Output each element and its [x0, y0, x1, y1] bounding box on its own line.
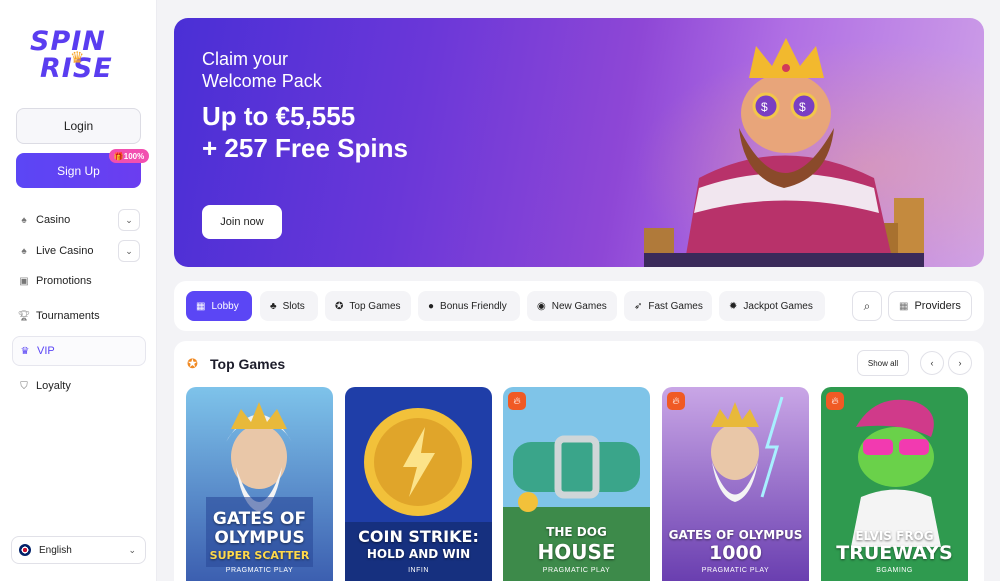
- banner-title: Up to €5,555 + 257 Free Spins: [202, 100, 408, 164]
- chevron-left-icon: ‹: [930, 358, 934, 368]
- award-icon: ✪: [335, 300, 344, 312]
- game-provider: INFIN: [408, 567, 429, 574]
- providers-label: Providers: [914, 300, 961, 312]
- tab-label: Lobby: [211, 300, 239, 312]
- tab-label: Top Games: [349, 300, 401, 312]
- sidebar: SPIN RISE ♛ Login Sign Up 🎁100% ♠ Casino…: [0, 0, 157, 581]
- game-title: TRUEWAYS: [836, 542, 953, 564]
- game-title: OLYMPUS: [214, 528, 305, 548]
- grid-icon: ▦: [196, 300, 206, 312]
- game-subtitle: HOLD AND WIN: [366, 547, 471, 561]
- tab-label: New Games: [551, 300, 607, 312]
- language-label: English: [39, 544, 72, 556]
- sidebar-item-label: Loyalty: [36, 380, 71, 392]
- chevron-down-icon: ⌄: [128, 544, 136, 555]
- game-title: THE DOG: [546, 525, 607, 539]
- tab-label: Jackpot Games: [743, 300, 813, 312]
- sidebar-item-label: Promotions: [36, 275, 92, 287]
- svg-text:$: $: [761, 100, 768, 114]
- banner-line-4: + 257 Free Spins: [202, 133, 408, 163]
- trophy-icon: 🏆︎: [17, 310, 31, 322]
- game-title: ELVIS FROG: [855, 529, 934, 543]
- jackpot-icon: ✹: [729, 300, 738, 312]
- show-all-button[interactable]: Show all: [857, 350, 909, 376]
- chevron-down-icon[interactable]: ⌄: [118, 209, 140, 231]
- tab-top-games[interactable]: ✪ Top Games: [325, 291, 411, 321]
- game-card-the-dog-house[interactable]: 🔥︎ THE DOG HOUSE PRAGMATIC PLAY: [503, 387, 650, 581]
- join-now-button[interactable]: Join now: [202, 205, 282, 239]
- hot-game-badge: 🔥︎: [667, 392, 685, 410]
- sidebar-item-label: VIP: [37, 345, 55, 357]
- game-card-gates-of-olympus-1000[interactable]: 🔥︎ GATES OF OLYMPUS 1000 PRAGMATIC PLAY: [662, 387, 809, 581]
- new-icon: ◉: [537, 300, 546, 312]
- sidebar-item-live-casino[interactable]: ♠ Live Casino ⌄: [12, 237, 146, 265]
- cherries-icon: ♣: [270, 300, 277, 312]
- providers-button[interactable]: ▦ Providers: [888, 291, 972, 321]
- sidebar-item-label: Tournaments: [36, 310, 100, 322]
- tab-jackpot-games[interactable]: ✹ Jackpot Games: [719, 291, 825, 321]
- hot-game-badge: 🔥︎: [508, 392, 526, 410]
- shield-icon: ⛉: [20, 380, 28, 392]
- carousel-prev-button[interactable]: ‹: [920, 351, 944, 375]
- tab-bonus-friendly[interactable]: ● Bonus Friendly: [418, 291, 520, 321]
- category-bar: ▦ Lobby ♣ Slots ✪ Top Games ● Bonus Frie…: [174, 281, 984, 331]
- game-provider: BGAMING: [876, 567, 913, 574]
- gift-icon: ▣: [19, 275, 29, 287]
- banner-line-1: Claim your: [202, 49, 289, 69]
- spinrise-logo[interactable]: SPIN RISE ♛: [30, 28, 130, 84]
- game-title: COIN STRIKE:: [358, 527, 479, 546]
- game-title: GATES OF: [212, 509, 307, 529]
- banner-subtitle: Claim your Welcome Pack: [202, 48, 322, 92]
- sidebar-item-casino[interactable]: ♠ Casino ⌄: [12, 206, 146, 234]
- game-card-elvis-frog-trueways[interactable]: 🔥︎ ELVIS FROG TRUEWAYS BGAMING: [821, 387, 968, 581]
- tab-lobby[interactable]: ▦ Lobby: [186, 291, 252, 321]
- tab-label: Bonus Friendly: [440, 300, 507, 312]
- sidebar-item-promotions[interactable]: ▣ Promotions: [12, 267, 146, 295]
- game-provider: PRAGMATIC PLAY: [225, 567, 294, 574]
- logo-crown-icon: ♛: [70, 50, 85, 67]
- game-title: 1000: [709, 542, 762, 564]
- banner-line-3: Up to €5,555: [202, 101, 356, 131]
- game-card-gates-of-olympus-super-scatter[interactable]: GATES OF OLYMPUS SUPER SCATTER PRAGMATIC…: [186, 387, 333, 581]
- game-card-coin-strike[interactable]: COIN STRIKE: HOLD AND WIN INFIN: [345, 387, 492, 581]
- spade-icon: ♠: [21, 245, 27, 257]
- signup-bonus-badge: 🎁100%: [109, 149, 149, 163]
- game-provider: PRAGMATIC PLAY: [701, 567, 770, 574]
- spade-icon: ♠: [21, 214, 27, 226]
- top-games-section: ✪ Top Games Show all ‹ › GATES OF OLYMPU…: [174, 341, 984, 581]
- language-selector[interactable]: English ⌄: [11, 536, 146, 564]
- search-icon: ⌕: [863, 298, 871, 313]
- uk-flag-icon: [19, 544, 31, 556]
- sidebar-item-vip[interactable]: ♛ VIP: [12, 336, 146, 366]
- award-icon: ✪: [187, 356, 198, 371]
- banner-line-2: Welcome Pack: [202, 71, 322, 91]
- login-button[interactable]: Login: [16, 108, 141, 144]
- tab-new-games[interactable]: ◉ New Games: [527, 291, 617, 321]
- rocket-icon: ➶: [634, 300, 643, 312]
- svg-text:$: $: [799, 100, 806, 114]
- search-button[interactable]: ⌕: [852, 291, 882, 321]
- sidebar-item-loyalty[interactable]: ⛉ Loyalty: [12, 372, 146, 400]
- tab-slots[interactable]: ♣ Slots: [260, 291, 318, 321]
- tab-label: Slots: [282, 300, 305, 312]
- game-provider: PRAGMATIC PLAY: [542, 567, 611, 574]
- sidebar-item-tournaments[interactable]: 🏆︎ Tournaments: [12, 302, 146, 330]
- chevron-right-icon: ›: [958, 358, 962, 368]
- game-title: HOUSE: [537, 540, 616, 564]
- hot-game-badge: 🔥︎: [826, 392, 844, 410]
- carousel-next-button[interactable]: ›: [948, 351, 972, 375]
- chevron-down-icon[interactable]: ⌄: [118, 240, 140, 262]
- game-subtitle: SUPER SCATTER: [209, 549, 310, 562]
- section-title: Top Games: [210, 356, 286, 372]
- grid-icon: ▦: [899, 300, 909, 312]
- crown-icon: ♛: [20, 345, 30, 357]
- moneybag-icon: ●: [428, 300, 435, 312]
- tab-label: Fast Games: [648, 300, 703, 312]
- king-character-illustration: $ $: [644, 38, 924, 267]
- sidebar-item-label: Casino: [36, 214, 71, 226]
- tab-fast-games[interactable]: ➶ Fast Games: [624, 291, 712, 321]
- game-title: GATES OF OLYMPUS: [668, 528, 803, 542]
- welcome-banner[interactable]: $ $ Claim your Welcome Pack Up to €5,555…: [174, 18, 984, 267]
- sidebar-item-label: Live Casino: [36, 245, 94, 257]
